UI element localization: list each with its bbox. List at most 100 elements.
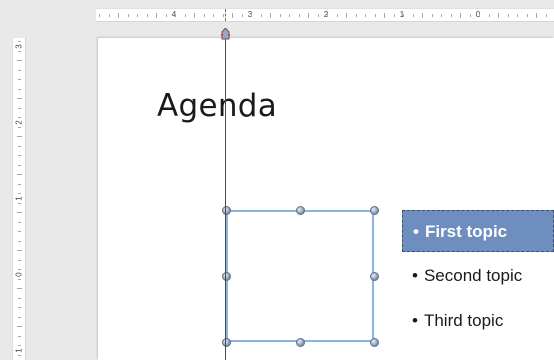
resize-handle-bottom-left[interactable] [222,338,231,347]
ruler-position-marker [225,9,227,21]
ruler-tick [517,14,518,17]
ruler-tick [146,14,148,17]
ruler-tick [18,231,21,232]
ruler-tick [18,193,21,194]
vertical-ruler[interactable]: 3 2 1 0 1 [12,38,26,360]
ruler-number: 2 [323,10,329,19]
topic-first[interactable]: • First topic [402,210,554,252]
resize-handle-top[interactable] [296,206,305,215]
ruler-tick [18,145,21,147]
bullet-icon: • [413,222,419,241]
ruler-tick [18,126,21,128]
ruler-tick [18,269,21,270]
resize-handle-right[interactable] [370,272,379,281]
ruler-tick [469,14,471,17]
ruler-tick [18,202,21,204]
ruler-tick [18,221,21,223]
ruler-tick [18,316,21,318]
ruler-tick [99,14,100,17]
ruler-number: 3 [247,10,253,19]
ruler-tick [327,14,328,17]
ruler-tick [18,297,21,299]
resize-handle-top-left[interactable] [222,206,231,215]
ruler-tick [279,14,281,17]
ruler-tick [17,288,22,289]
ruler-tick [108,14,110,17]
ruler-tick [336,14,338,17]
guide-drag-handle-icon[interactable] [220,28,231,40]
ruler-tick [260,14,262,17]
resize-handle-bottom[interactable] [296,338,305,347]
ruler-tick [175,14,176,17]
vertical-guide-line[interactable] [225,32,226,360]
ruler-tick [17,60,22,61]
ruler-tick [241,14,243,17]
ruler-tick [17,326,22,327]
ruler-tick [118,13,119,18]
slide-title[interactable]: Agenda [157,88,277,124]
ruler-tick [460,13,461,18]
topic-label: Second topic [423,266,523,285]
ruler-tick [18,183,21,185]
ruler-tick [18,164,21,166]
ruler-tick [18,50,21,52]
ruler-tick [479,14,480,17]
ruler-tick [18,41,21,42]
ruler-number: 4 [171,10,177,19]
ruler-tick [365,14,366,17]
topic-label: First topic [424,222,508,241]
ruler-tick [18,335,21,337]
topic-third[interactable]: • Third topic [402,300,554,342]
ruler-tick [298,14,300,17]
ruler-tick [18,117,21,118]
bullet-icon: • [412,311,418,330]
topic-label: Third topic [423,311,504,330]
ruler-tick [536,13,537,18]
ruler-tick [194,13,195,18]
horizontal-ruler[interactable]: 4 3 2 1 0 [96,8,554,22]
ruler-tick [18,155,21,156]
topic-second[interactable]: • Second topic [402,255,554,297]
resize-handle-left[interactable] [222,272,231,281]
ruler-tick [222,14,224,17]
ruler-tick [422,13,423,18]
ruler-tick [203,14,205,17]
ruler-tick [450,14,452,17]
ruler-tick [355,14,357,17]
ruler-number: 0 [475,10,481,19]
ruler-tick [289,14,290,17]
ruler-tick [488,14,490,17]
ruler-tick [137,14,138,17]
ruler-tick [18,240,21,242]
bullet-icon: • [412,266,418,285]
ruler-tick [498,13,499,18]
ruler-tick [308,13,309,18]
resize-handle-bottom-right[interactable] [370,338,379,347]
ruler-tick [251,14,252,17]
ruler-tick [441,14,442,17]
ruler-tick [17,174,22,175]
ruler-tick [545,14,547,17]
ruler-tick [17,136,22,137]
resize-handle-top-right[interactable] [370,206,379,215]
ruler-tick [317,14,319,17]
ruler-tick [18,345,21,346]
ruler-tick [18,307,21,308]
rectangle-shape[interactable] [226,210,374,342]
ruler-tick [17,250,22,251]
ruler-tick [165,14,167,17]
ruler-tick [18,107,21,109]
ruler-tick [526,14,528,17]
ruler-tick [18,69,21,71]
ruler-tick [374,14,376,17]
ruler-tick [18,354,21,356]
ruler-tick [384,13,385,18]
ruler-tick [507,14,509,17]
ruler-tick [431,14,433,17]
ruler-tick [156,13,157,18]
ruler-tick [17,212,22,213]
ruler-tick [412,14,414,17]
ruler-tick [18,278,21,280]
ruler-tick [17,98,22,99]
ruler-tick [184,14,186,17]
